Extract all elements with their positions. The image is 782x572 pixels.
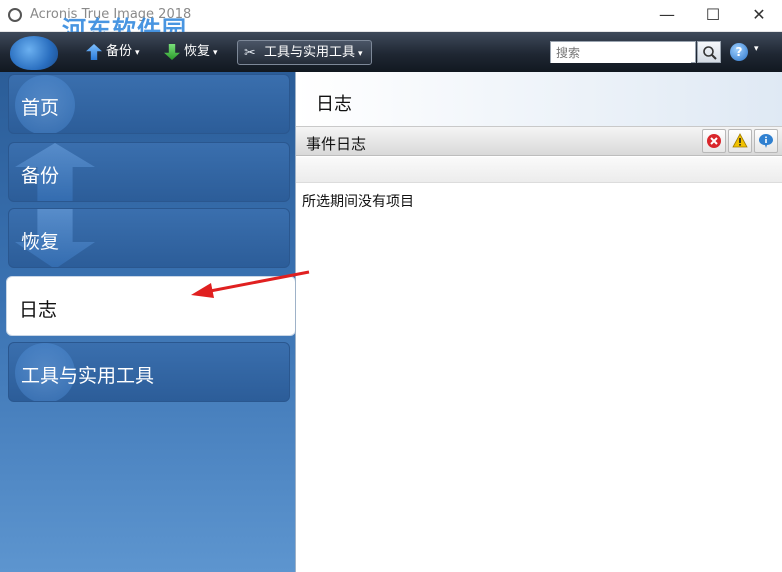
minimize-button[interactable]: — xyxy=(644,0,690,32)
toolbar-tools-label: 工具与实用工具 xyxy=(264,45,356,60)
sidebar-item-tools[interactable]: 工具与实用工具 xyxy=(8,342,290,402)
sidebar-item-home[interactable]: 首页 xyxy=(8,74,290,134)
sidebar-item-label: 日志 xyxy=(19,299,58,321)
filter-warnings-button[interactable] xyxy=(728,129,752,153)
maximize-button[interactable]: ☐ xyxy=(690,0,736,32)
toolbar-backup-label: 备份 xyxy=(106,44,133,59)
error-icon xyxy=(707,134,721,148)
empty-log-message: 所选期间没有项目 xyxy=(302,194,414,210)
app-icon xyxy=(8,8,22,22)
toolbar-restore-label: 恢复 xyxy=(184,44,211,59)
toolbar-restore-button[interactable]: 恢复 ▾ xyxy=(162,40,218,64)
sidebar-item-backup[interactable]: 备份 xyxy=(8,142,290,202)
search-icon xyxy=(703,46,717,60)
chevron-down-icon: ▾ xyxy=(213,48,218,58)
page-header: 日志 xyxy=(296,72,782,126)
toolbar-backup-button[interactable]: 备份 ▾ xyxy=(84,40,140,64)
toolbar-tools-button[interactable]: ✂ 工具与实用工具 ▾ xyxy=(237,40,372,65)
chevron-down-icon: ▾ xyxy=(358,49,363,59)
close-button[interactable]: ✕ xyxy=(736,0,782,32)
help-chevron-down-icon[interactable]: ▾ xyxy=(754,44,759,54)
title-bar: Acronis True Image 2018 河东软件园 — ☐ ✕ xyxy=(0,0,782,44)
backup-arrow-up-icon xyxy=(86,44,102,60)
chevron-down-icon: ▾ xyxy=(135,48,140,58)
main-panel: 日志 事件日志 所选期间没有项目 xyxy=(295,72,782,572)
section-title: 事件日志 xyxy=(306,135,367,153)
filter-info-button[interactable] xyxy=(754,129,778,153)
sidebar-item-label: 恢复 xyxy=(21,231,60,253)
restore-arrow-down-icon xyxy=(164,44,180,60)
sidebar-item-restore[interactable]: 恢复 xyxy=(8,208,290,268)
sidebar-item-label: 工具与实用工具 xyxy=(21,365,155,387)
warning-icon xyxy=(732,133,748,148)
sidebar-item-label: 备份 xyxy=(21,165,60,187)
annotation-arrow-icon xyxy=(191,270,310,298)
info-icon xyxy=(759,134,773,148)
filter-errors-button[interactable] xyxy=(702,129,726,153)
log-column-header xyxy=(296,157,782,183)
wrench-icon: ✂ xyxy=(244,45,256,61)
sidebar-item-label: 首页 xyxy=(21,97,60,119)
search-button[interactable] xyxy=(697,41,721,63)
search-input[interactable] xyxy=(551,43,691,63)
page-title: 日志 xyxy=(316,94,352,115)
help-icon[interactable]: ? xyxy=(730,43,748,61)
app-logo-icon[interactable] xyxy=(10,36,58,70)
sidebar: 首页 备份 恢复 日志 工具与实用工具 xyxy=(0,72,296,572)
search-field[interactable] xyxy=(550,41,696,63)
